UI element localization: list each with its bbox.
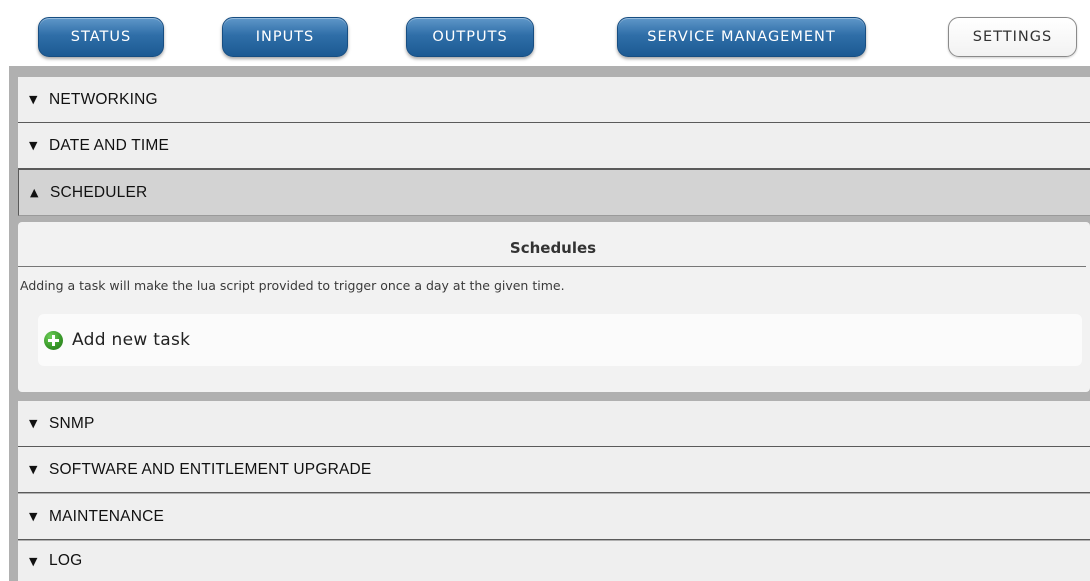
settings-tab[interactable]: SETTINGS <box>948 17 1077 57</box>
section-networking[interactable]: ▼ NETWORKING <box>18 77 1090 123</box>
scheduler-description: Adding a task will make the lua script p… <box>20 278 565 293</box>
inputs-tab[interactable]: INPUTS <box>222 17 348 57</box>
service-management-tab[interactable]: SERVICE MANAGEMENT <box>617 17 866 57</box>
add-new-task-label: Add new task <box>72 330 191 350</box>
section-label: SOFTWARE AND ENTITLEMENT UPGRADE <box>49 460 372 478</box>
schedules-heading: Schedules <box>509 239 597 257</box>
collapsed-arrow-icon: ▼ <box>29 554 38 568</box>
section-label: LOG <box>49 552 83 569</box>
section-label: SCHEDULER <box>50 183 148 201</box>
collapsed-arrow-icon: ▼ <box>29 139 38 152</box>
section-label: DATE AND TIME <box>49 136 170 154</box>
section-snmp[interactable]: ▼ SNMP <box>18 401 1090 447</box>
section-label: NETWORKING <box>49 90 158 108</box>
collapsed-arrow-icon: ▼ <box>29 510 38 523</box>
top-navigation: STATUS INPUTS OUTPUTS SERVICE MANAGEMENT… <box>0 0 1090 66</box>
status-tab[interactable]: STATUS <box>38 17 164 57</box>
section-software-upgrade[interactable]: ▼ SOFTWARE AND ENTITLEMENT UPGRADE <box>18 447 1090 493</box>
collapsed-arrow-icon: ▼ <box>29 417 38 430</box>
collapsed-arrow-icon: ▼ <box>29 93 38 106</box>
add-new-task-button[interactable]: Add new task <box>38 314 1082 366</box>
expanded-arrow-icon: ▲ <box>30 186 39 199</box>
scheduler-panel: Schedules Adding a task will make the lu… <box>18 222 1090 392</box>
section-date-and-time[interactable]: ▼ DATE AND TIME <box>18 123 1090 169</box>
section-label: MAINTENANCE <box>49 507 165 525</box>
outputs-tab[interactable]: OUTPUTS <box>406 17 534 57</box>
section-scheduler[interactable]: ▲ SCHEDULER <box>18 169 1090 216</box>
section-log[interactable]: ▼ LOG <box>18 541 1090 581</box>
collapsed-arrow-icon: ▼ <box>29 463 38 476</box>
add-plus-icon <box>44 330 63 350</box>
section-maintenance[interactable]: ▼ MAINTENANCE <box>18 494 1090 540</box>
section-label: SNMP <box>49 414 95 432</box>
divider <box>18 266 1086 267</box>
